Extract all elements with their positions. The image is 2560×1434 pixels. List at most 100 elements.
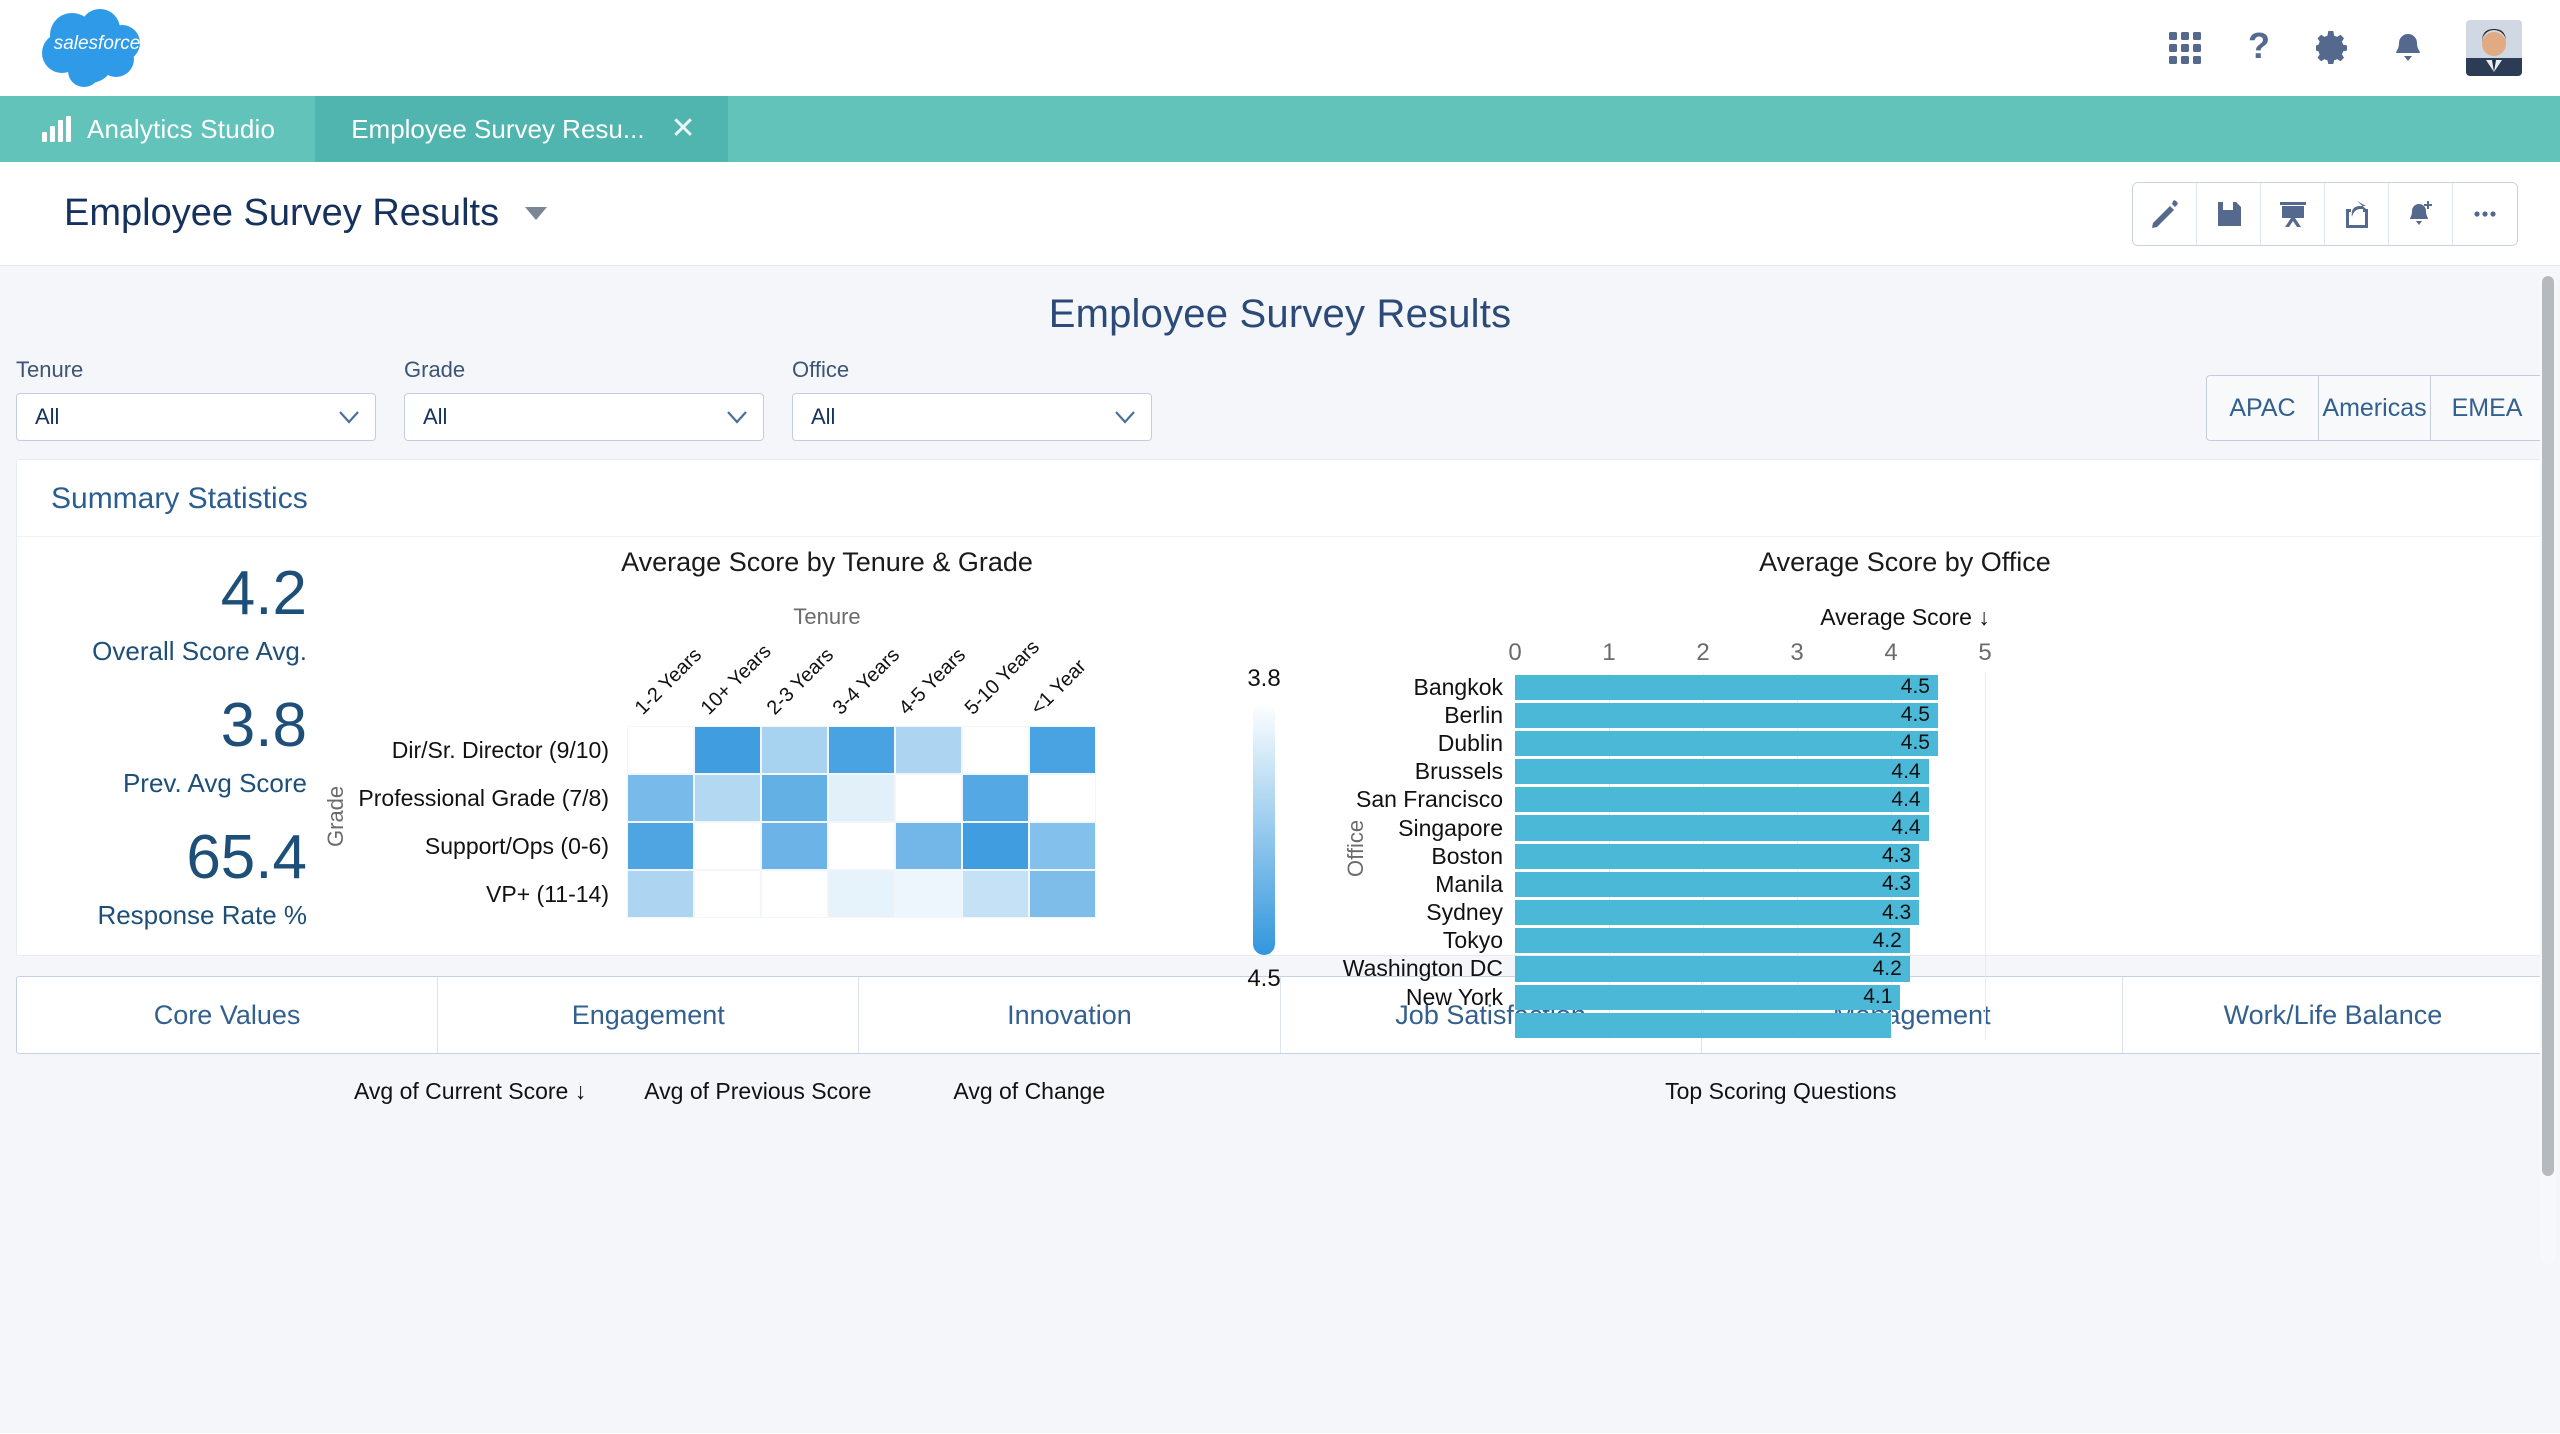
bottom-column-headers: Avg of Current Score ↓ Avg of Previous S…	[16, 1054, 2544, 1105]
bar-chart-y-tick: New York	[1405, 983, 1503, 1010]
help-icon[interactable]: ?	[2244, 29, 2274, 67]
heatmap-cell[interactable]	[1029, 726, 1096, 774]
bar-track: 4.4	[1515, 757, 2473, 786]
app-tab-bar: Analytics Studio Employee Survey Resu...…	[0, 96, 2560, 162]
col-header-top-questions: Top Scoring Questions	[1665, 1078, 1897, 1104]
filter-grade-select[interactable]: All	[404, 393, 764, 441]
bar-chart-tick-label: 3	[1790, 639, 1804, 666]
bar-fill[interactable]	[1515, 1012, 1891, 1038]
heatmap-cell[interactable]	[694, 822, 761, 870]
filter-tenure: Tenure All	[16, 357, 404, 441]
bar-fill[interactable]: 4.5	[1515, 730, 1938, 757]
filter-office-label: Office	[792, 357, 850, 382]
heatmap-cell[interactable]	[895, 870, 962, 918]
heatmap-cell[interactable]	[1029, 774, 1096, 822]
bar-chart-x-ticks: 0 1 2 3 4 5	[1508, 639, 2473, 673]
bar-fill[interactable]: 4.4	[1515, 815, 1929, 841]
bar-fill[interactable]: 4.4	[1515, 759, 1929, 785]
heatmap-cell[interactable]	[694, 774, 761, 822]
kpi-overall-score-value: 4.2	[220, 559, 307, 628]
save-button[interactable]	[2197, 182, 2261, 245]
tab-employee-survey-results[interactable]: Employee Survey Resu... ✕	[315, 96, 728, 162]
heatmap-cell[interactable]	[962, 870, 1029, 918]
salesforce-logo-icon[interactable]: salesforce	[38, 7, 156, 89]
bar-fill[interactable]: 4.3	[1515, 843, 1920, 869]
filter-grade-label: Grade	[404, 357, 466, 382]
heatmap-x-tick: 4-5 Years	[894, 643, 971, 720]
heatmap-cell[interactable]	[828, 822, 895, 870]
header-icon-group: ?	[2168, 20, 2522, 76]
heatmap-cell[interactable]	[1029, 870, 1096, 918]
edit-button[interactable]	[2133, 182, 2197, 245]
filter-office-value: All	[811, 404, 836, 429]
heatmap-cell[interactable]	[895, 774, 962, 822]
kpi-response-rate-value: 65.4	[186, 822, 307, 892]
bar-fill[interactable]: 4.4	[1515, 787, 1929, 813]
bar-chart-row[interactable]: Singapore 4.4	[1337, 813, 2473, 843]
region-button-emea[interactable]: EMEA	[2431, 376, 2543, 440]
bar-fill[interactable]: 4.2	[1515, 928, 1910, 954]
region-button-americas[interactable]: Americas	[2319, 376, 2431, 440]
bar-chart-row[interactable]	[1337, 1011, 2473, 1040]
heatmap-cell[interactable]	[627, 822, 694, 870]
filter-tenure-select[interactable]: All	[16, 393, 376, 441]
more-button[interactable]	[2453, 182, 2517, 245]
heatmap-cell[interactable]	[962, 726, 1029, 774]
heatmap-cell[interactable]	[962, 822, 1029, 870]
heatmap-cell[interactable]	[1029, 822, 1096, 870]
bar-chart-row[interactable]: Tokyo 4.2	[1337, 926, 2473, 955]
avatar[interactable]	[2466, 20, 2522, 76]
bar-fill[interactable]: 4.2	[1515, 956, 1910, 982]
subscribe-button[interactable]	[2389, 182, 2453, 245]
heatmap-cell[interactable]	[761, 870, 828, 918]
bar-chart-row[interactable]: Dublin 4.5	[1337, 729, 2473, 758]
heatmap-cell[interactable]	[895, 726, 962, 774]
present-button[interactable]	[2261, 182, 2325, 245]
category-tab-core-values[interactable]: Core Values	[17, 977, 439, 1053]
close-icon[interactable]: ✕	[671, 114, 696, 144]
heatmap-row: Dir/Sr. Director (9/10)	[317, 726, 1337, 774]
bar-fill[interactable]: 4.5	[1515, 702, 1938, 728]
chevron-down-icon[interactable]	[525, 207, 548, 220]
heatmap-cell[interactable]	[828, 870, 895, 918]
heatmap-cell[interactable]	[627, 726, 694, 774]
bar-chart-row[interactable]: Sydney 4.3	[1337, 898, 2473, 927]
bar-chart-row[interactable]: Brussels 4.4	[1337, 757, 2473, 786]
tab-analytics-studio-label: Analytics Studio	[87, 113, 276, 144]
bar-fill[interactable]: 4.1	[1515, 984, 1901, 1010]
bar-fill[interactable]: 4.3	[1515, 871, 1920, 897]
heatmap-cell[interactable]	[627, 774, 694, 822]
bar-chart-row[interactable]: Washington DC 4.2	[1337, 954, 2473, 984]
heatmap-cell[interactable]	[761, 726, 828, 774]
heatmap-cell[interactable]	[895, 822, 962, 870]
heatmap-cell-group	[627, 726, 1096, 774]
bar-chart-row[interactable]: San Francisco 4.4	[1337, 785, 2473, 814]
bar-chart-row[interactable]: New York 4.1	[1337, 983, 2473, 1012]
heatmap-cell[interactable]	[694, 870, 761, 918]
heatmap-cell[interactable]	[761, 822, 828, 870]
bar-chart-row[interactable]: Boston 4.3	[1337, 842, 2473, 871]
heatmap-cell[interactable]	[761, 774, 828, 822]
bar-chart-row[interactable]: Bangkok 4.5	[1337, 673, 2473, 702]
bar-chart-row[interactable]: Manila 4.3	[1337, 870, 2473, 899]
bar-chart-row[interactable]: Berlin 4.5	[1337, 701, 2473, 730]
chevron-down-icon	[339, 410, 359, 424]
scrollbar-thumb[interactable]	[2542, 276, 2554, 1176]
heatmap-cell[interactable]	[828, 774, 895, 822]
tab-analytics-studio[interactable]: Analytics Studio	[0, 96, 315, 162]
bar-fill[interactable]: 4.5	[1515, 674, 1938, 700]
app-launcher-icon[interactable]	[2168, 31, 2202, 65]
vertical-scrollbar[interactable]	[2540, 274, 2556, 1264]
share-button[interactable]	[2325, 182, 2389, 245]
notifications-icon[interactable]	[2392, 31, 2424, 65]
svg-text:?: ?	[2248, 29, 2270, 66]
heatmap-cell[interactable]	[627, 870, 694, 918]
region-button-apac[interactable]: APAC	[2207, 376, 2319, 440]
filter-office-select[interactable]: All	[792, 393, 1152, 441]
bar-fill[interactable]: 4.3	[1515, 900, 1920, 926]
heatmap-cell[interactable]	[828, 726, 895, 774]
heatmap-cell[interactable]	[962, 774, 1029, 822]
heatmap-cell[interactable]	[694, 726, 761, 774]
category-tab-engagement[interactable]: Engagement	[438, 977, 860, 1053]
gear-icon[interactable]	[2316, 31, 2350, 65]
